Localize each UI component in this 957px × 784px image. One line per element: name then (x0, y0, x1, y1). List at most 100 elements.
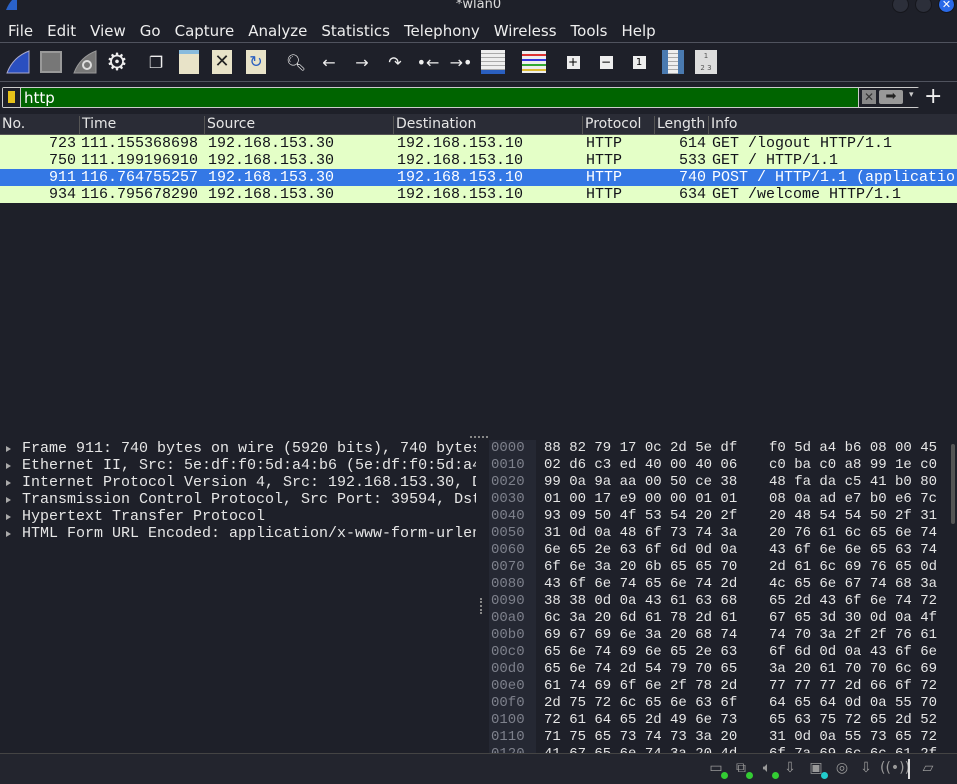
apply-filter-icon[interactable]: ➡ (879, 90, 903, 104)
menu-capture[interactable]: Capture (167, 20, 241, 42)
detail-tree-item[interactable]: Transmission Control Protocol, Src Port:… (0, 491, 476, 508)
hex-bytes: 2d 61 6c 69 76 65 0d (769, 559, 937, 576)
colorize-icon[interactable] (520, 48, 548, 76)
close-file-icon[interactable]: ✕ (212, 48, 232, 76)
hex-offset: 0050 (491, 525, 525, 542)
menu-help[interactable]: Help (613, 20, 661, 42)
menu-telephony[interactable]: Telephony (396, 20, 486, 42)
hex-bytes: 77 77 77 2d 66 6f 72 (769, 678, 937, 695)
hex-offset: 00a0 (491, 610, 525, 627)
hex-bytes: f0 5d a4 b6 08 00 45 (769, 440, 937, 457)
detail-tree-item[interactable]: Hypertext Transfer Protocol (0, 508, 476, 525)
note-icon[interactable]: ▱ (918, 760, 938, 778)
hex-offset: 0120 (491, 746, 525, 753)
packet-no: 934 (49, 186, 76, 203)
go-last-icon[interactable]: →• (451, 48, 471, 76)
packet-time: 116.764755257 (81, 169, 198, 186)
column-header-info[interactable]: Info (708, 116, 738, 135)
column-header-protocol[interactable]: Protocol (582, 116, 641, 135)
vertical-splitter-handle[interactable] (480, 598, 482, 614)
add-filter-button-icon[interactable]: + (924, 84, 942, 109)
hex-bytes: 3a 20 61 70 70 6c 69 (769, 661, 937, 678)
hex-bytes: 6e 65 2e 63 6f 6d 0d 0a (544, 542, 737, 559)
packet-dst: 192.168.153.10 (397, 169, 523, 186)
detail-text: Hypertext Transfer Protocol (22, 508, 265, 525)
pane-splitter-handle[interactable] (470, 436, 488, 438)
display-filter-input[interactable]: http (24, 89, 55, 107)
expand-arrow-icon[interactable] (6, 514, 11, 520)
usb-icon: ▣ (806, 760, 826, 778)
hex-bytes: 41 67 65 6e 74 3a 20 4d (544, 746, 737, 753)
resize-columns-icon[interactable] (661, 48, 685, 76)
hex-offset: 0010 (491, 457, 525, 474)
zoom-out-icon[interactable]: − (599, 48, 613, 76)
detail-text: Transmission Control Protocol, Src Port:… (22, 491, 476, 508)
auto-scroll-icon[interactable] (480, 48, 506, 76)
menu-wireless[interactable]: Wireless (486, 20, 563, 42)
menu-analyze[interactable]: Analyze (240, 20, 313, 42)
expand-arrow-icon[interactable] (6, 480, 11, 486)
stop-capture-icon[interactable] (39, 48, 63, 76)
packet-row[interactable]: 750111.199196910192.168.153.30192.168.15… (0, 152, 957, 169)
packet-row[interactable]: 911116.764755257192.168.153.30192.168.15… (0, 169, 957, 186)
expand-arrow-icon[interactable] (6, 446, 11, 452)
detail-text: Frame 911: 740 bytes on wire (5920 bits)… (22, 440, 476, 457)
menu-go[interactable]: Go (132, 20, 167, 42)
hex-bytes: 67 65 3d 30 0d 0a 4f (769, 610, 937, 627)
packet-src: 192.168.153.30 (208, 135, 334, 152)
hex-bytes: 38 38 0d 0a 43 61 63 68 (544, 593, 737, 610)
column-header-time[interactable]: Time (79, 116, 116, 135)
hex-bytes: 08 0a ad e7 b0 e6 7c (769, 491, 937, 508)
detail-tree-item[interactable]: HTML Form URL Encoded: application/x-www… (0, 525, 476, 542)
column-header-no[interactable]: No. (0, 116, 25, 135)
menu-statistics[interactable]: Statistics (313, 20, 396, 42)
zoom-in-icon[interactable]: + (566, 48, 580, 76)
network-icon: ⧉ (731, 760, 751, 778)
start-capture-icon[interactable] (5, 48, 31, 76)
hex-bytes: 6f 6d 0d 0a 43 6f 6e (769, 644, 937, 661)
layout-icon[interactable]: 12 3 (694, 48, 718, 76)
hex-offset: 0080 (491, 576, 525, 593)
hex-bytes: 93 09 50 4f 53 54 20 2f (544, 508, 737, 525)
go-first-icon[interactable]: •← (418, 48, 438, 76)
menu-file[interactable]: File (0, 20, 39, 42)
save-file-icon[interactable] (179, 48, 199, 76)
expand-arrow-icon[interactable] (6, 497, 11, 503)
hex-bytes: 88 82 79 17 0c 2d 5e df (544, 440, 737, 457)
find-packet-icon[interactable]: 🔍︎ (287, 48, 305, 76)
go-forward-icon[interactable]: → (353, 48, 371, 76)
capture-options-icon[interactable]: ⚙ (104, 48, 130, 76)
detail-tree-item[interactable]: Ethernet II, Src: 5e:df:f0:5d:a4:b6 (5e:… (0, 457, 476, 474)
menu-edit[interactable]: Edit (39, 20, 82, 42)
column-header-source[interactable]: Source (204, 116, 255, 135)
detail-tree-item[interactable]: Frame 911: 740 bytes on wire (5920 bits)… (0, 440, 476, 457)
packet-no: 911 (49, 169, 76, 186)
restart-capture-icon[interactable] (72, 48, 98, 76)
column-header-destination[interactable]: Destination (393, 116, 476, 135)
menu-tools[interactable]: Tools (563, 20, 614, 42)
packet-dst: 192.168.153.10 (397, 186, 523, 203)
display-filter-bar[interactable]: http ✕ ➡ ▾ (2, 87, 919, 108)
detail-tree-item[interactable]: Internet Protocol Version 4, Src: 192.16… (0, 474, 476, 491)
normal-size-icon[interactable]: 1 (632, 48, 646, 76)
hex-bytes: 65 2d 43 6f 6e 74 72 (769, 593, 937, 610)
filter-dropdown-icon[interactable]: ▾ (909, 90, 914, 100)
hex-offset: 0090 (491, 593, 525, 610)
expand-arrow-icon[interactable] (6, 531, 11, 537)
hex-offset: 00f0 (491, 695, 525, 712)
reload-file-icon[interactable]: ↻ (246, 48, 266, 76)
expand-arrow-icon[interactable] (6, 463, 11, 469)
go-to-packet-icon[interactable]: ↷ (386, 48, 404, 76)
detail-text: Internet Protocol Version 4, Src: 192.16… (22, 474, 476, 491)
packet-src: 192.168.153.30 (208, 186, 334, 203)
hex-bytes: 02 d6 c3 ed 40 00 40 06 (544, 457, 737, 474)
packet-row[interactable]: 723111.155368698192.168.153.30192.168.15… (0, 135, 957, 152)
bookmark-icon[interactable] (3, 88, 21, 107)
hex-scrollbar[interactable] (951, 444, 955, 524)
packet-row[interactable]: 934116.795678290192.168.153.30192.168.15… (0, 186, 957, 203)
open-file-icon[interactable]: ❐ (148, 48, 164, 76)
go-back-icon[interactable]: ← (320, 48, 338, 76)
column-header-length[interactable]: Length (654, 116, 705, 135)
clear-filter-icon[interactable]: ✕ (862, 90, 876, 104)
menu-view[interactable]: View (82, 20, 132, 42)
